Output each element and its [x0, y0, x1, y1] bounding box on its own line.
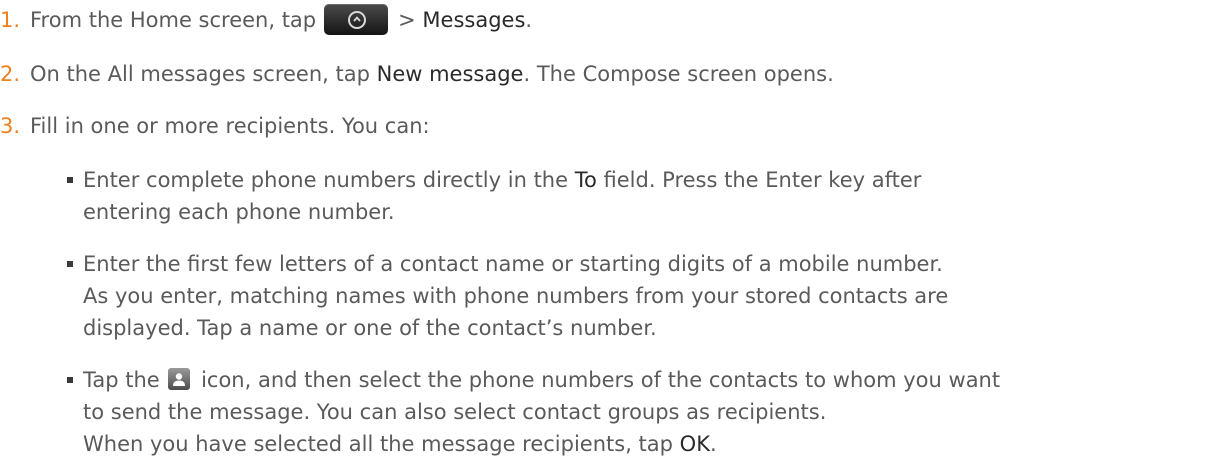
- step-number: 3.: [0, 114, 21, 138]
- bullet-text: Enter the first few letters of a contact…: [83, 248, 1205, 344]
- step-1: 1. From the Home screen, tap > Messages.: [0, 3, 1200, 37]
- step-text: From the Home screen, tap: [30, 8, 317, 32]
- step-number: 2.: [0, 62, 21, 86]
- messages-keyword: Messages: [422, 8, 526, 32]
- step-text-separator: >: [398, 8, 423, 32]
- bullet-line: When you have selected all the message r…: [83, 432, 680, 456]
- bullet-marker: [67, 261, 73, 267]
- bullet-text: Tap the icon, and then select the phone …: [83, 364, 1205, 460]
- ok-keyword: OK: [679, 432, 710, 456]
- bullet-line: field. Press the Enter key after: [596, 168, 922, 192]
- bullet-line: Enter the first few letters of a contact…: [83, 252, 943, 276]
- step-3: 3. Fill in one or more recipients. You ca…: [0, 110, 1200, 142]
- bullet-marker: [67, 377, 73, 383]
- bullet-line: entering each phone number.: [83, 200, 395, 224]
- step-text: Fill in one or more recipients. You can:: [30, 114, 430, 138]
- step-text-end: .: [525, 8, 533, 32]
- bullet-line: icon, and then select the phone numbers …: [201, 368, 1001, 392]
- step-2: 2. On the All messages screen, tap New me…: [0, 58, 1200, 90]
- step-text-end: . The Compose screen opens.: [523, 62, 834, 86]
- bullet-marker: [67, 177, 73, 183]
- contact-person-icon: [168, 368, 191, 390]
- bullet-line: .: [709, 432, 717, 456]
- step-number: 1.: [0, 8, 21, 32]
- bullet-text: Enter complete phone numbers directly in…: [83, 164, 1205, 228]
- bullet-line: displayed. Tap a name or one of the cont…: [83, 316, 657, 340]
- step-text: On the All messages screen, tap: [30, 62, 377, 86]
- to-field-keyword: To: [574, 168, 597, 192]
- bullet-line: Tap the: [83, 368, 160, 392]
- bullet-line: Enter complete phone numbers directly in…: [83, 168, 575, 192]
- all-apps-icon: [324, 3, 389, 35]
- bullet-line: to send the message. You can also select…: [83, 400, 827, 424]
- new-message-keyword: New message: [376, 62, 524, 86]
- bullet-line: As you enter, matching names with phone …: [83, 284, 949, 308]
